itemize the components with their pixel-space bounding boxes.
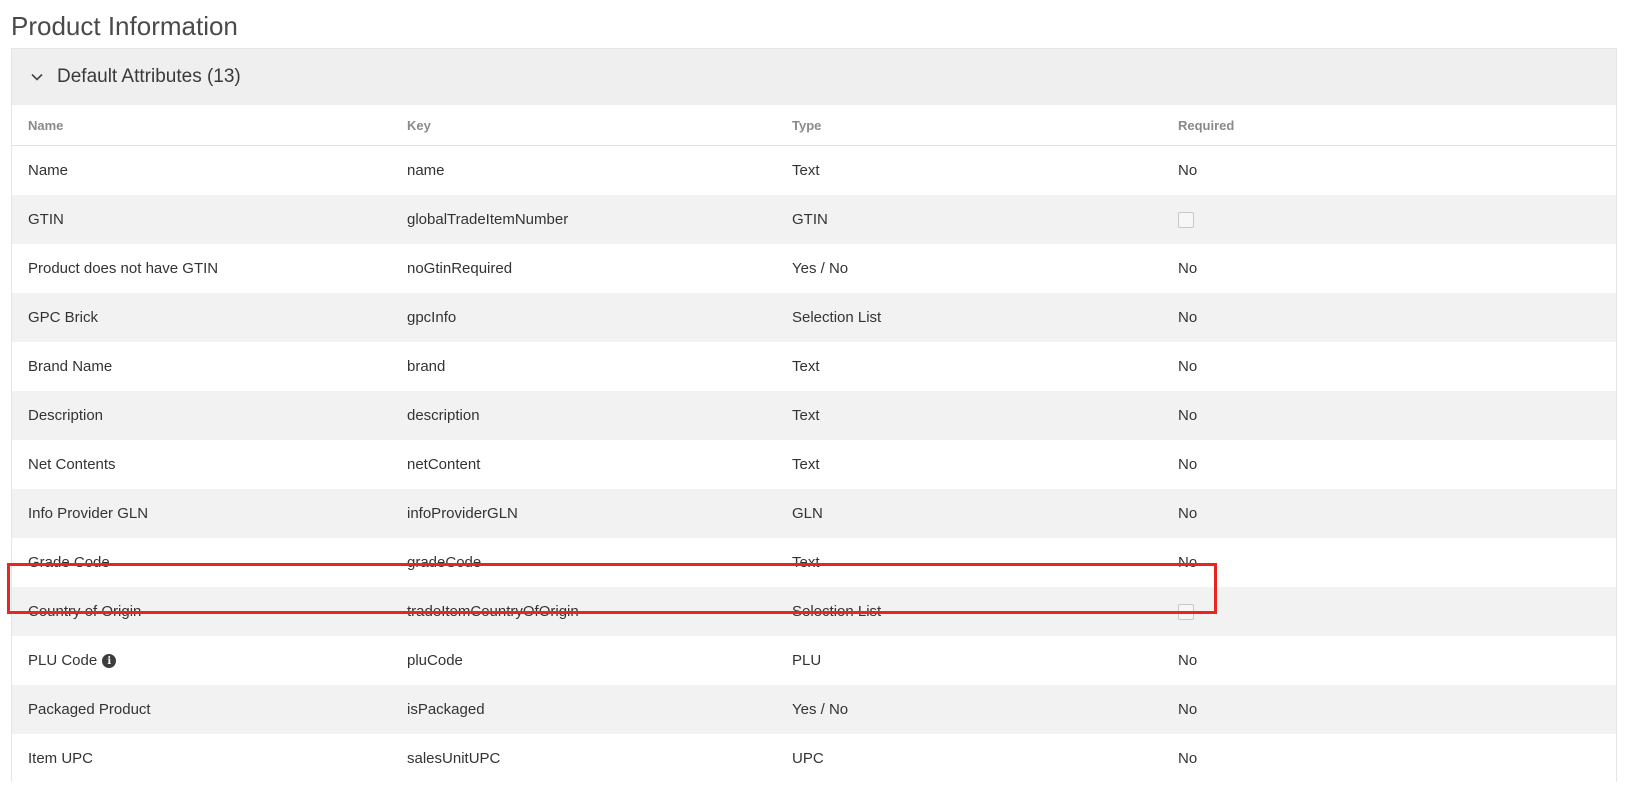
column-header-required[interactable]: Required <box>1162 105 1616 146</box>
cell-required: No <box>1162 734 1616 783</box>
required-checkbox[interactable] <box>1178 604 1194 621</box>
default-attributes-panel: Default Attributes (13) Name Key Type Re… <box>11 48 1617 783</box>
table-row[interactable]: Net Contents netContent Text No <box>12 440 1616 489</box>
cell-type: Yes / No <box>776 685 1162 734</box>
cell-required: No <box>1162 636 1616 685</box>
cell-key: pluCode <box>391 636 776 685</box>
table-row[interactable]: Packaged Product isPackaged Yes / No No <box>12 685 1616 734</box>
attributes-table: Name Key Type Required Name name Text No… <box>12 105 1616 783</box>
cell-required: No <box>1162 440 1616 489</box>
cell-key: infoProviderGLN <box>391 489 776 538</box>
required-checkbox[interactable] <box>1178 212 1194 229</box>
table-row[interactable]: PLU Code i pluCode PLU No <box>12 636 1616 685</box>
table-row[interactable]: Name name Text No <box>12 145 1616 195</box>
cell-key: gradeCode <box>391 538 776 587</box>
cell-key: isPackaged <box>391 685 776 734</box>
cell-key: brand <box>391 342 776 391</box>
cell-required: No <box>1162 244 1616 293</box>
table-header-row: Name Key Type Required <box>12 105 1616 146</box>
cell-key: gpcInfo <box>391 293 776 342</box>
cell-type: Text <box>776 538 1162 587</box>
cell-type: UPC <box>776 734 1162 783</box>
cell-name: Item UPC <box>12 734 391 783</box>
cell-name: Product does not have GTIN <box>12 244 391 293</box>
cell-required <box>1162 195 1616 244</box>
cell-type: Text <box>776 440 1162 489</box>
cell-type: Selection List <box>776 587 1162 636</box>
cell-type: Text <box>776 391 1162 440</box>
table-row[interactable]: Country of Origin tradeItemCountryOfOrig… <box>12 587 1616 636</box>
table-row[interactable]: Description description Text No <box>12 391 1616 440</box>
column-header-type[interactable]: Type <box>776 105 1162 146</box>
cell-name: Country of Origin <box>12 587 391 636</box>
cell-type: Yes / No <box>776 244 1162 293</box>
cell-key: salesUnitUPC <box>391 734 776 783</box>
cell-key: tradeItemCountryOfOrigin <box>391 587 776 636</box>
cell-required: No <box>1162 145 1616 195</box>
cell-type: Text <box>776 342 1162 391</box>
cell-type: Text <box>776 145 1162 195</box>
cell-key: description <box>391 391 776 440</box>
table-row[interactable]: GTIN globalTradeItemNumber GTIN <box>12 195 1616 244</box>
cell-required: No <box>1162 685 1616 734</box>
table-row[interactable]: Product does not have GTIN noGtinRequire… <box>12 244 1616 293</box>
cell-name: GPC Brick <box>12 293 391 342</box>
cell-key: name <box>391 145 776 195</box>
cell-key: netContent <box>391 440 776 489</box>
cell-name: Net Contents <box>12 440 391 489</box>
cell-name: Grade Code <box>12 538 391 587</box>
table-row[interactable]: Grade Code gradeCode Text No <box>12 538 1616 587</box>
cell-required: No <box>1162 391 1616 440</box>
cell-name: Name <box>12 145 391 195</box>
table-row[interactable]: Item UPC salesUnitUPC UPC No <box>12 734 1616 783</box>
table-row[interactable]: Brand Name brand Text No <box>12 342 1616 391</box>
cell-name: GTIN <box>12 195 391 244</box>
column-header-key[interactable]: Key <box>391 105 776 146</box>
cell-required: No <box>1162 538 1616 587</box>
info-icon[interactable]: i <box>102 654 117 669</box>
cell-name: Packaged Product <box>12 685 391 734</box>
table-row[interactable]: Info Provider GLN infoProviderGLN GLN No <box>12 489 1616 538</box>
section-title: Default Attributes (13) <box>57 66 241 87</box>
cell-type: PLU <box>776 636 1162 685</box>
cell-required <box>1162 587 1616 636</box>
default-attributes-toggle[interactable]: Default Attributes (13) <box>12 49 1616 105</box>
cell-name: Brand Name <box>12 342 391 391</box>
cell-type: GTIN <box>776 195 1162 244</box>
column-header-name[interactable]: Name <box>12 105 391 146</box>
plu-code-label: PLU Code <box>28 652 98 669</box>
page-title: Product Information <box>11 11 238 41</box>
cell-key: globalTradeItemNumber <box>391 195 776 244</box>
cell-type: GLN <box>776 489 1162 538</box>
cell-required: No <box>1162 342 1616 391</box>
chevron-down-icon <box>30 70 44 84</box>
cell-type: Selection List <box>776 293 1162 342</box>
cell-name: PLU Code i <box>12 636 391 685</box>
cell-key: noGtinRequired <box>391 244 776 293</box>
cell-required: No <box>1162 293 1616 342</box>
table-row[interactable]: GPC Brick gpcInfo Selection List No <box>12 293 1616 342</box>
cell-name: Description <box>12 391 391 440</box>
cell-name: Info Provider GLN <box>12 489 391 538</box>
cell-required: No <box>1162 489 1616 538</box>
